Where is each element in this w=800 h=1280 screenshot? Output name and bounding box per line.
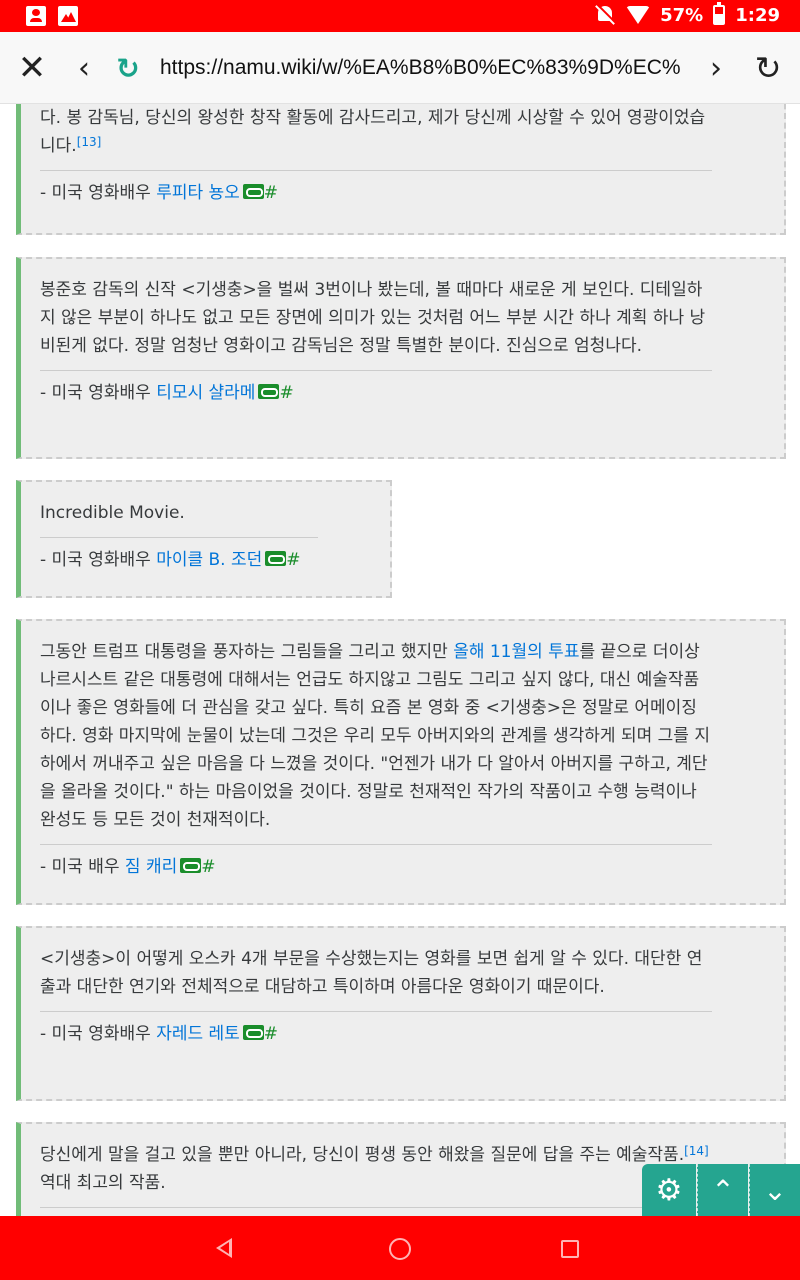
person-link[interactable]: 마이클 B. 조던 (156, 550, 262, 570)
image-icon (58, 6, 78, 26)
quote-attribution: - 미국 영화배우 마이클 B. 조던 # (40, 550, 301, 570)
person-link[interactable]: 자레드 레토 (156, 1024, 240, 1044)
browser-toolbar: ✕ ‹ ↻ https://namu.wiki/w/%EA%B8%B0%EC%8… (0, 32, 800, 104)
reload-icon[interactable]: ↻ (110, 48, 146, 88)
quote-text: 다. 봉 감독님, 당신의 왕성한 창작 활동에 감사드리고, 제가 당신께 시… (40, 108, 706, 156)
quote-attribution: - 미국 영화배우 루피타 뇽오 # (40, 183, 279, 203)
quote-attribution: - 미국 영화배우 자레드 레토 # (40, 1024, 279, 1044)
scroll-up-icon[interactable]: ⌃ (697, 1164, 748, 1216)
quote-text: 당신에게 말을 걸고 있을 뿐만 아니라, 당신이 평생 동안 해왔을 질문에 … (40, 1144, 709, 1193)
refresh-icon[interactable]: ↻ (750, 48, 786, 88)
forward-icon[interactable]: › (698, 48, 734, 88)
link-icon[interactable] (265, 551, 287, 566)
quote-block: <기생충>이 어떻게 오스카 4개 부문을 수상했는지는 영화를 보면 쉽게 알… (16, 926, 786, 1101)
link-icon[interactable] (180, 858, 202, 873)
contact-icon (26, 6, 46, 26)
link-icon[interactable] (258, 384, 280, 399)
battery-icon (713, 2, 726, 25)
status-bar-left (26, 6, 78, 26)
quote-divider (40, 1207, 712, 1208)
quote-block: 봉준호 감독의 신작 <기생충>을 벌써 3번이나 봤는데, 볼 때마다 새로운… (16, 257, 786, 459)
quote-text: 그동안 트럼프 대통령을 풍자하는 그림들을 그리고 했지만 올해 11월의 투… (40, 642, 710, 830)
quote-attribution: - 미국 영화배우 티모시 샬라메 # (40, 383, 294, 403)
source-link[interactable]: # (201, 857, 215, 877)
clock: 1:29 (735, 4, 780, 26)
footnote-link[interactable]: [14] (684, 1144, 709, 1158)
url-field[interactable]: https://namu.wiki/w/%EA%B8%B0%EC%83%9D%E… (160, 56, 680, 84)
back-icon[interactable]: ‹ (66, 48, 102, 88)
vote-link[interactable]: 올해 11월의 투표 (453, 642, 579, 662)
quote-block: 다. 봉 감독님, 당신의 왕성한 창작 활동에 감사드리고, 제가 당신께 시… (16, 104, 786, 235)
quote-text: <기생충>이 어떻게 오스카 4개 부문을 수상했는지는 영화를 보면 쉽게 알… (40, 949, 703, 997)
battery-percent: 57% (660, 4, 704, 26)
nav-back-icon[interactable] (216, 1238, 232, 1258)
source-link[interactable]: # (279, 383, 293, 403)
settings-gear-icon[interactable]: ⚙ (642, 1164, 696, 1216)
wifi-icon (626, 6, 651, 24)
page-content: 다. 봉 감독님, 당신의 왕성한 창작 활동에 감사드리고, 제가 당신께 시… (0, 104, 800, 1216)
navigation-bar (0, 1216, 800, 1280)
person-link[interactable]: 짐 캐리 (125, 857, 177, 877)
link-icon[interactable] (242, 1025, 264, 1040)
source-link[interactable]: # (264, 183, 278, 203)
person-link[interactable]: 티모시 샬라메 (156, 383, 255, 403)
scroll-down-icon[interactable]: ⌄ (749, 1164, 800, 1216)
source-link[interactable]: # (286, 550, 300, 570)
close-icon[interactable]: ✕ (14, 48, 50, 88)
quote-text: Incredible Movie. (40, 503, 185, 523)
footnote-link[interactable]: [13] (77, 135, 102, 149)
person-link[interactable]: 루피타 뇽오 (156, 183, 240, 203)
nav-home-icon[interactable] (389, 1238, 411, 1260)
quote-block: 그동안 트럼프 대통령을 풍자하는 그림들을 그리고 했지만 올해 11월의 투… (16, 619, 786, 905)
quote-block: Incredible Movie. - 미국 영화배우 마이클 B. 조던 # (16, 480, 392, 598)
link-icon[interactable] (242, 184, 264, 199)
status-bar-right: 57% 1:29 (594, 2, 780, 26)
status-bar: 57% 1:29 (0, 0, 800, 32)
quote-text: 봉준호 감독의 신작 <기생충>을 벌써 3번이나 봤는데, 볼 때마다 새로운… (40, 280, 706, 356)
quote-attribution: - 미국 배우 짐 캐리 # (40, 857, 216, 877)
nav-recents-icon[interactable] (561, 1240, 579, 1258)
bell-off-icon (594, 4, 616, 26)
source-link[interactable]: # (264, 1024, 278, 1044)
